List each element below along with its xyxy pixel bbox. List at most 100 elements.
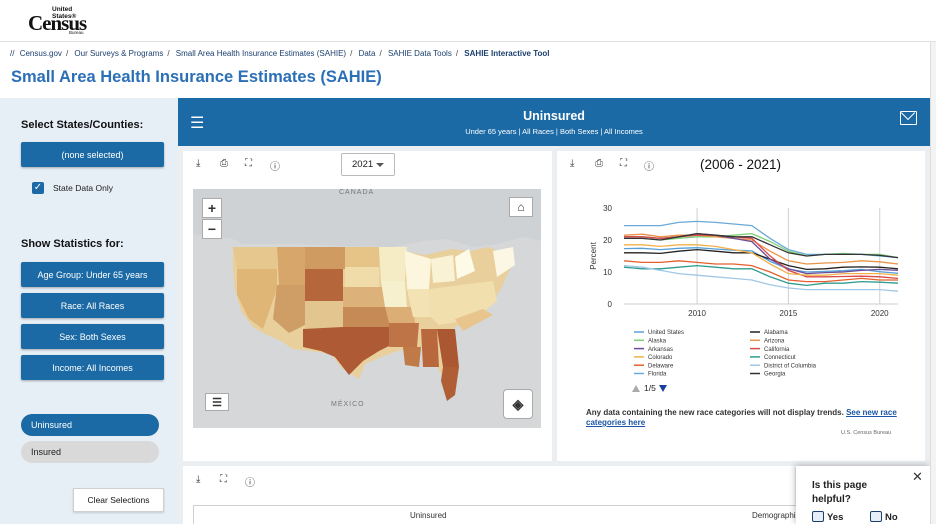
x-tick-label: 2010 bbox=[688, 309, 706, 318]
download-icon[interactable]: ⤓ bbox=[570, 158, 574, 169]
page-down-icon[interactable] bbox=[658, 384, 667, 392]
legend-entry: Arkansas bbox=[648, 347, 673, 353]
breadcrumb-data[interactable]: Data bbox=[359, 49, 376, 58]
home-icon[interactable]: ⌂ bbox=[509, 197, 533, 217]
legend-entry: Colorado bbox=[648, 355, 673, 361]
logo-line-3: Bureau bbox=[69, 30, 84, 35]
us-choropleth-map[interactable]: CANADA MÉXICO + − ⌂ ☰ ◈ bbox=[193, 189, 541, 428]
banner-subtitle: Under 65 years | All Races | Both Sexes … bbox=[465, 127, 643, 136]
y-tick-label: 20 bbox=[603, 236, 612, 245]
breadcrumb-separator: / bbox=[350, 49, 353, 58]
download-icon[interactable]: ⤓ bbox=[196, 474, 200, 485]
breadcrumb-separator: / bbox=[65, 49, 69, 58]
state-data-only-toggle[interactable]: ✓ State Data Only bbox=[32, 182, 113, 194]
census-logo[interactable]: United States® Census Bureau bbox=[28, 6, 88, 36]
x-axis-ticks: 2010 2015 2020 bbox=[688, 309, 889, 318]
legend-entry: Georgia bbox=[764, 372, 786, 378]
y-tick-label: 30 bbox=[603, 204, 612, 213]
feedback-no-label: No bbox=[885, 512, 898, 523]
page-up-icon[interactable] bbox=[632, 384, 640, 392]
breadcrumb-prefix: // bbox=[10, 49, 15, 58]
legend-entry: United States bbox=[648, 330, 684, 336]
site-header: United States® Census Bureau bbox=[0, 0, 936, 42]
breadcrumb-sahie[interactable]: Small Area Health Insurance Estimates (S… bbox=[176, 49, 346, 58]
breadcrumb-current: SAHIE Interactive Tool bbox=[464, 49, 550, 58]
y-axis-ticks: 0 10 20 30 bbox=[603, 204, 612, 309]
map-svg bbox=[193, 189, 541, 428]
x-tick-label: 2015 bbox=[780, 309, 798, 318]
data-table-header: Uninsured Demographi bbox=[193, 505, 803, 524]
fullscreen-icon[interactable]: ⛶ bbox=[620, 158, 627, 169]
fullscreen-icon[interactable]: ⛶ bbox=[245, 158, 252, 169]
thumbs-down-icon bbox=[870, 511, 882, 522]
breadcrumb-separator: / bbox=[379, 49, 382, 58]
zoom-out-button[interactable]: − bbox=[202, 219, 222, 239]
measure-uninsured[interactable]: Uninsured bbox=[21, 414, 159, 436]
legend-entry: Arizona bbox=[764, 339, 785, 345]
close-icon[interactable]: ✕ bbox=[912, 469, 923, 485]
legend-entry: Alaska bbox=[648, 339, 667, 345]
year-select-value: 2021 bbox=[352, 159, 374, 170]
download-icon[interactable]: ⤓ bbox=[196, 158, 200, 169]
y-tick-label: 0 bbox=[608, 300, 613, 309]
y-axis-label: Percent bbox=[589, 241, 598, 269]
legend-pager[interactable]: 1/5 bbox=[632, 383, 667, 393]
page-title: Small Area Health Insurance Estimates (S… bbox=[11, 68, 382, 86]
legend-page-indicator: 1/5 bbox=[644, 383, 656, 393]
print-icon[interactable]: ⎙ bbox=[220, 158, 228, 169]
legend-entry: Alabama bbox=[764, 330, 788, 336]
breadcrumb: // Census.gov / Our Surveys & Programs / S… bbox=[10, 49, 550, 58]
help-icon[interactable]: ⓘ bbox=[644, 158, 654, 173]
breadcrumb-data-tools[interactable]: SAHIE Data Tools bbox=[388, 49, 452, 58]
x-tick-label: 2020 bbox=[871, 309, 889, 318]
feedback-yes-button[interactable]: Yes bbox=[812, 511, 843, 523]
race-categories-note: Any data containing the new race categor… bbox=[586, 408, 900, 428]
select-heading: Select States/Counties: bbox=[21, 119, 144, 131]
breadcrumb-census-gov[interactable]: Census.gov bbox=[20, 49, 62, 58]
help-icon[interactable]: ⓘ bbox=[270, 158, 280, 173]
breadcrumb-separator: / bbox=[455, 49, 459, 58]
measure-insured[interactable]: Insured bbox=[21, 441, 159, 463]
canada-label: CANADA bbox=[339, 189, 375, 196]
chart-legend: United States Alabama Alaska Arizona Arkansa… bbox=[634, 330, 817, 378]
note-text: Any data containing the new race categor… bbox=[586, 408, 844, 417]
legend-entry: Florida bbox=[648, 372, 667, 378]
legend-list-icon[interactable]: ☰ bbox=[205, 393, 229, 411]
column-demographic[interactable]: Demographi bbox=[752, 511, 796, 520]
mail-icon[interactable] bbox=[900, 111, 917, 125]
y-tick-label: 10 bbox=[603, 268, 612, 277]
feedback-widget: ✕ Is this page helpful? Yes No bbox=[796, 466, 930, 524]
legend-entry: California bbox=[764, 347, 790, 353]
measure-banner: ☰ Uninsured Under 65 years | All Races |… bbox=[178, 98, 930, 146]
legend-entry: District of Columbia bbox=[764, 363, 817, 369]
fullscreen-icon[interactable]: ⛶ bbox=[220, 474, 227, 485]
race-button[interactable]: Race: All Races bbox=[21, 293, 164, 318]
year-select[interactable]: 2021 bbox=[341, 153, 395, 176]
region-northwest bbox=[233, 247, 277, 269]
checkbox-checked-icon[interactable]: ✓ bbox=[32, 182, 44, 194]
stats-heading: Show Statistics for: bbox=[21, 238, 124, 250]
legend-entry: Delaware bbox=[648, 363, 674, 369]
print-icon[interactable]: ⎙ bbox=[595, 158, 603, 169]
chevron-down-icon bbox=[376, 163, 384, 167]
zoom-in-button[interactable]: + bbox=[202, 198, 222, 218]
breadcrumb-separator: / bbox=[167, 49, 170, 58]
income-button[interactable]: Income: All Incomes bbox=[21, 355, 164, 380]
trend-line-chart[interactable]: 0 10 20 30 2010 2015 2020 United States Alabam… bbox=[580, 196, 910, 380]
sex-button[interactable]: Sex: Both Sexes bbox=[21, 324, 164, 349]
trend-chart-title: (2006 - 2021) bbox=[700, 157, 782, 172]
feedback-no-button[interactable]: No bbox=[870, 511, 898, 523]
column-uninsured[interactable]: Uninsured bbox=[410, 511, 446, 520]
source-credit: U.S. Census Bureau bbox=[841, 430, 892, 436]
clear-selections-button[interactable]: Clear Selections bbox=[73, 488, 164, 512]
state-data-only-label: State Data Only bbox=[53, 183, 114, 193]
layers-icon[interactable]: ◈ bbox=[503, 389, 533, 419]
scrollbar[interactable] bbox=[930, 42, 936, 524]
select-counties-button[interactable]: (none selected) bbox=[21, 142, 164, 167]
feedback-question: Is this page helpful? bbox=[812, 480, 868, 505]
series-line bbox=[624, 248, 899, 271]
help-icon[interactable]: ⓘ bbox=[245, 474, 255, 489]
breadcrumb-surveys[interactable]: Our Surveys & Programs bbox=[74, 49, 163, 58]
thumbs-up-icon bbox=[812, 511, 824, 522]
age-group-button[interactable]: Age Group: Under 65 years bbox=[21, 262, 164, 287]
